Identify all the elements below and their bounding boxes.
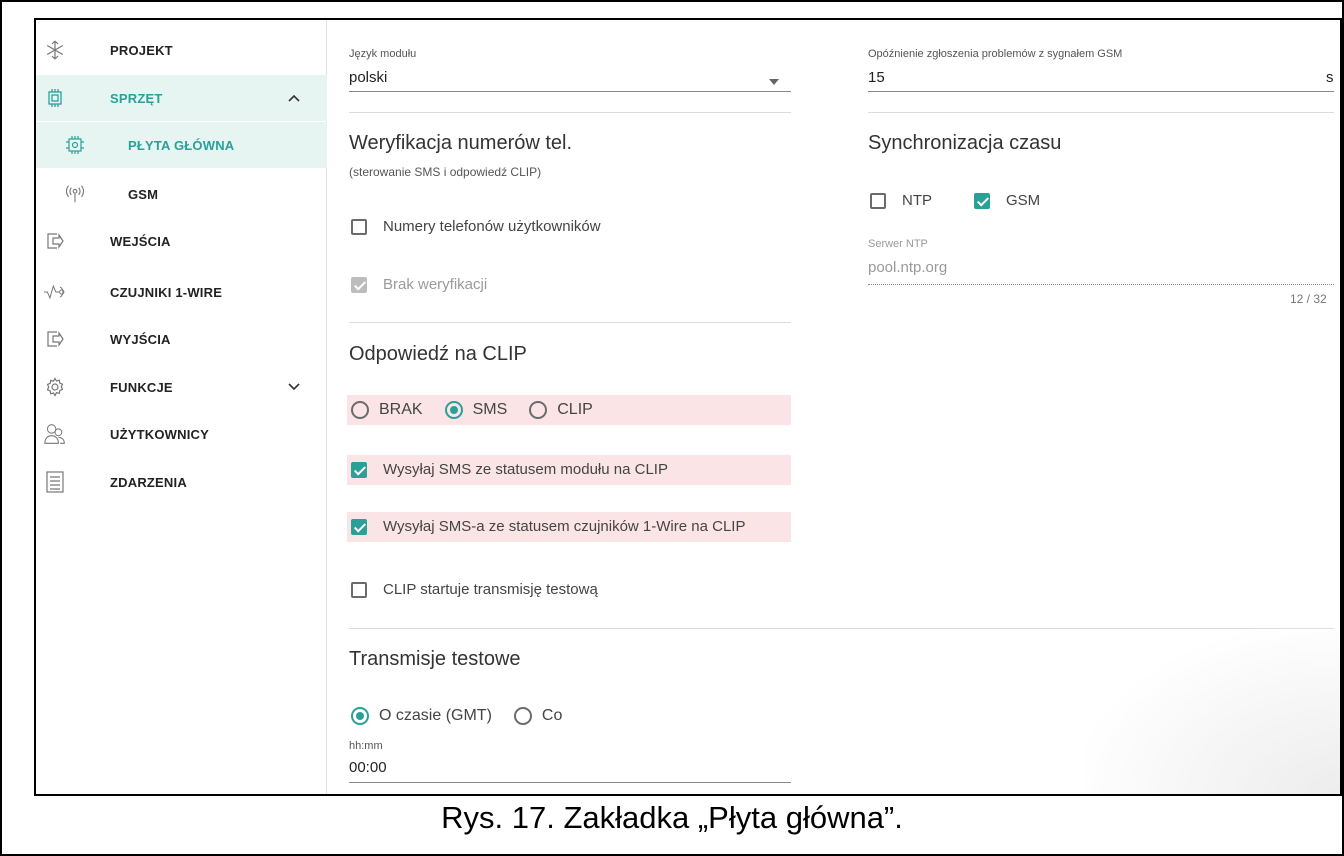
radio-sms[interactable]: SMS [444, 401, 507, 419]
checkbox-checked-icon [974, 192, 990, 209]
main-content: Język modułu polski Opóźnienie zgłoszeni… [328, 20, 1340, 794]
sensor-wave-icon [44, 281, 66, 303]
verification-note: (sterowanie SMS i odpowiedź CLIP) [349, 165, 542, 179]
time-input-underline [349, 782, 791, 783]
clip-test-checkbox[interactable]: CLIP startuje transmisję testową [351, 581, 598, 598]
ntp-server-underline [868, 284, 1334, 285]
language-select-value[interactable]: polski [349, 69, 387, 86]
checkbox-unchecked-icon [351, 218, 367, 235]
send-sensor-status-checkbox[interactable]: Wysyłaj SMS-a ze statusem czujników 1-Wi… [351, 518, 745, 535]
chip-gear-icon [64, 134, 86, 156]
gsm-sync-checkbox[interactable]: GSM [974, 192, 1040, 209]
dropdown-arrow-icon[interactable] [768, 73, 780, 91]
send-module-status-checkbox[interactable]: Wysyłaj SMS ze statusem modułu na CLIP [351, 461, 668, 478]
test-transmissions-radio-group: O czasie (GMT) Co [351, 707, 584, 725]
radio-off-icon [513, 707, 532, 725]
antenna-icon [64, 183, 86, 205]
verification-title: Weryfikacja numerów tel. [349, 132, 573, 154]
radio-co[interactable]: Co [513, 707, 562, 725]
sidebar-item-uzytkownicy[interactable]: UŻYTKOWNICY [36, 411, 327, 457]
language-label: Język modułu [349, 48, 417, 60]
time-label: hh:mm [349, 740, 383, 752]
chevron-down-icon[interactable] [286, 379, 302, 395]
radio-brak[interactable]: BRAK [351, 401, 423, 419]
divider [349, 112, 791, 113]
gsm-delay-input[interactable]: 15 [868, 69, 885, 86]
radio-o-czasie[interactable]: O czasie (GMT) [351, 707, 492, 725]
radio-clip[interactable]: CLIP [529, 401, 593, 419]
clip-response-radio-group: BRAK SMS CLIP [351, 401, 615, 419]
gsm-delay-underline [868, 91, 1334, 92]
input-icon [44, 230, 66, 252]
radio-off-icon [351, 401, 369, 419]
background-shade [1084, 628, 1340, 794]
sidebar-item-funkcje[interactable]: FUNKCJE [36, 364, 327, 410]
radio-off-icon [529, 401, 548, 419]
gsm-delay-label: Opóźnienie zgłoszenia problemów z sygnał… [868, 48, 1123, 60]
test-transmissions-title: Transmisje testowe [349, 648, 521, 670]
chevron-up-icon[interactable] [286, 90, 302, 106]
sidebar-item-sprzet[interactable]: SPRZĘT [36, 75, 327, 121]
sidebar-item-czujniki[interactable]: CZUJNIKI 1-WIRE [36, 269, 327, 315]
checkbox-checked-icon [351, 518, 367, 535]
divider [868, 112, 1334, 113]
checkbox-checked-icon [351, 461, 367, 478]
ntp-checkbox[interactable]: NTP [870, 192, 932, 209]
sidebar: PROJEKT SPRZĘT PŁYTA GŁÓWNA GSM WEJŚCIA … [36, 20, 327, 794]
no-verification-checkbox[interactable]: Brak weryfikacji [351, 276, 487, 293]
app-screenshot: PROJEKT SPRZĘT PŁYTA GŁÓWNA GSM WEJŚCIA … [34, 18, 1342, 796]
gsm-delay-unit: s [1326, 69, 1334, 86]
sidebar-item-wyjscia[interactable]: WYJŚCIA [36, 316, 327, 362]
snowflake-logo-icon [44, 39, 66, 61]
language-select-underline [349, 91, 791, 92]
users-icon [44, 423, 66, 445]
ntp-server-label: Serwer NTP [868, 238, 928, 250]
clip-title: Odpowiedź na CLIP [349, 343, 527, 365]
sidebar-item-plyta-glowna[interactable]: PŁYTA GŁÓWNA [36, 122, 327, 168]
ntp-server-counter: 12 / 32 [1290, 292, 1327, 306]
document-icon [44, 471, 66, 493]
output-icon [44, 328, 66, 350]
ntp-server-input[interactable]: pool.ntp.org [868, 259, 947, 276]
radio-on-icon [444, 401, 463, 419]
sidebar-item-projekt[interactable]: PROJEKT [36, 27, 327, 73]
checkbox-unchecked-icon [870, 192, 886, 209]
checkbox-unchecked-icon [351, 581, 367, 598]
time-sync-title: Synchronizacja czasu [868, 132, 1062, 154]
radio-on-icon [351, 707, 369, 725]
checkbox-checked-icon [351, 276, 367, 293]
user-numbers-checkbox[interactable]: Numery telefonów użytkowników [351, 218, 601, 235]
divider [349, 322, 791, 323]
sidebar-item-zdarzenia[interactable]: ZDARZENIA [36, 459, 327, 505]
time-input[interactable]: 00:00 [349, 759, 387, 776]
chip-icon [44, 87, 66, 109]
sidebar-item-gsm[interactable]: GSM [36, 171, 327, 217]
sidebar-item-wejscia[interactable]: WEJŚCIA [36, 218, 327, 264]
figure-caption: Rys. 17. Zakładka „Płyta główna”. [441, 800, 903, 835]
gear-icon [44, 376, 66, 398]
